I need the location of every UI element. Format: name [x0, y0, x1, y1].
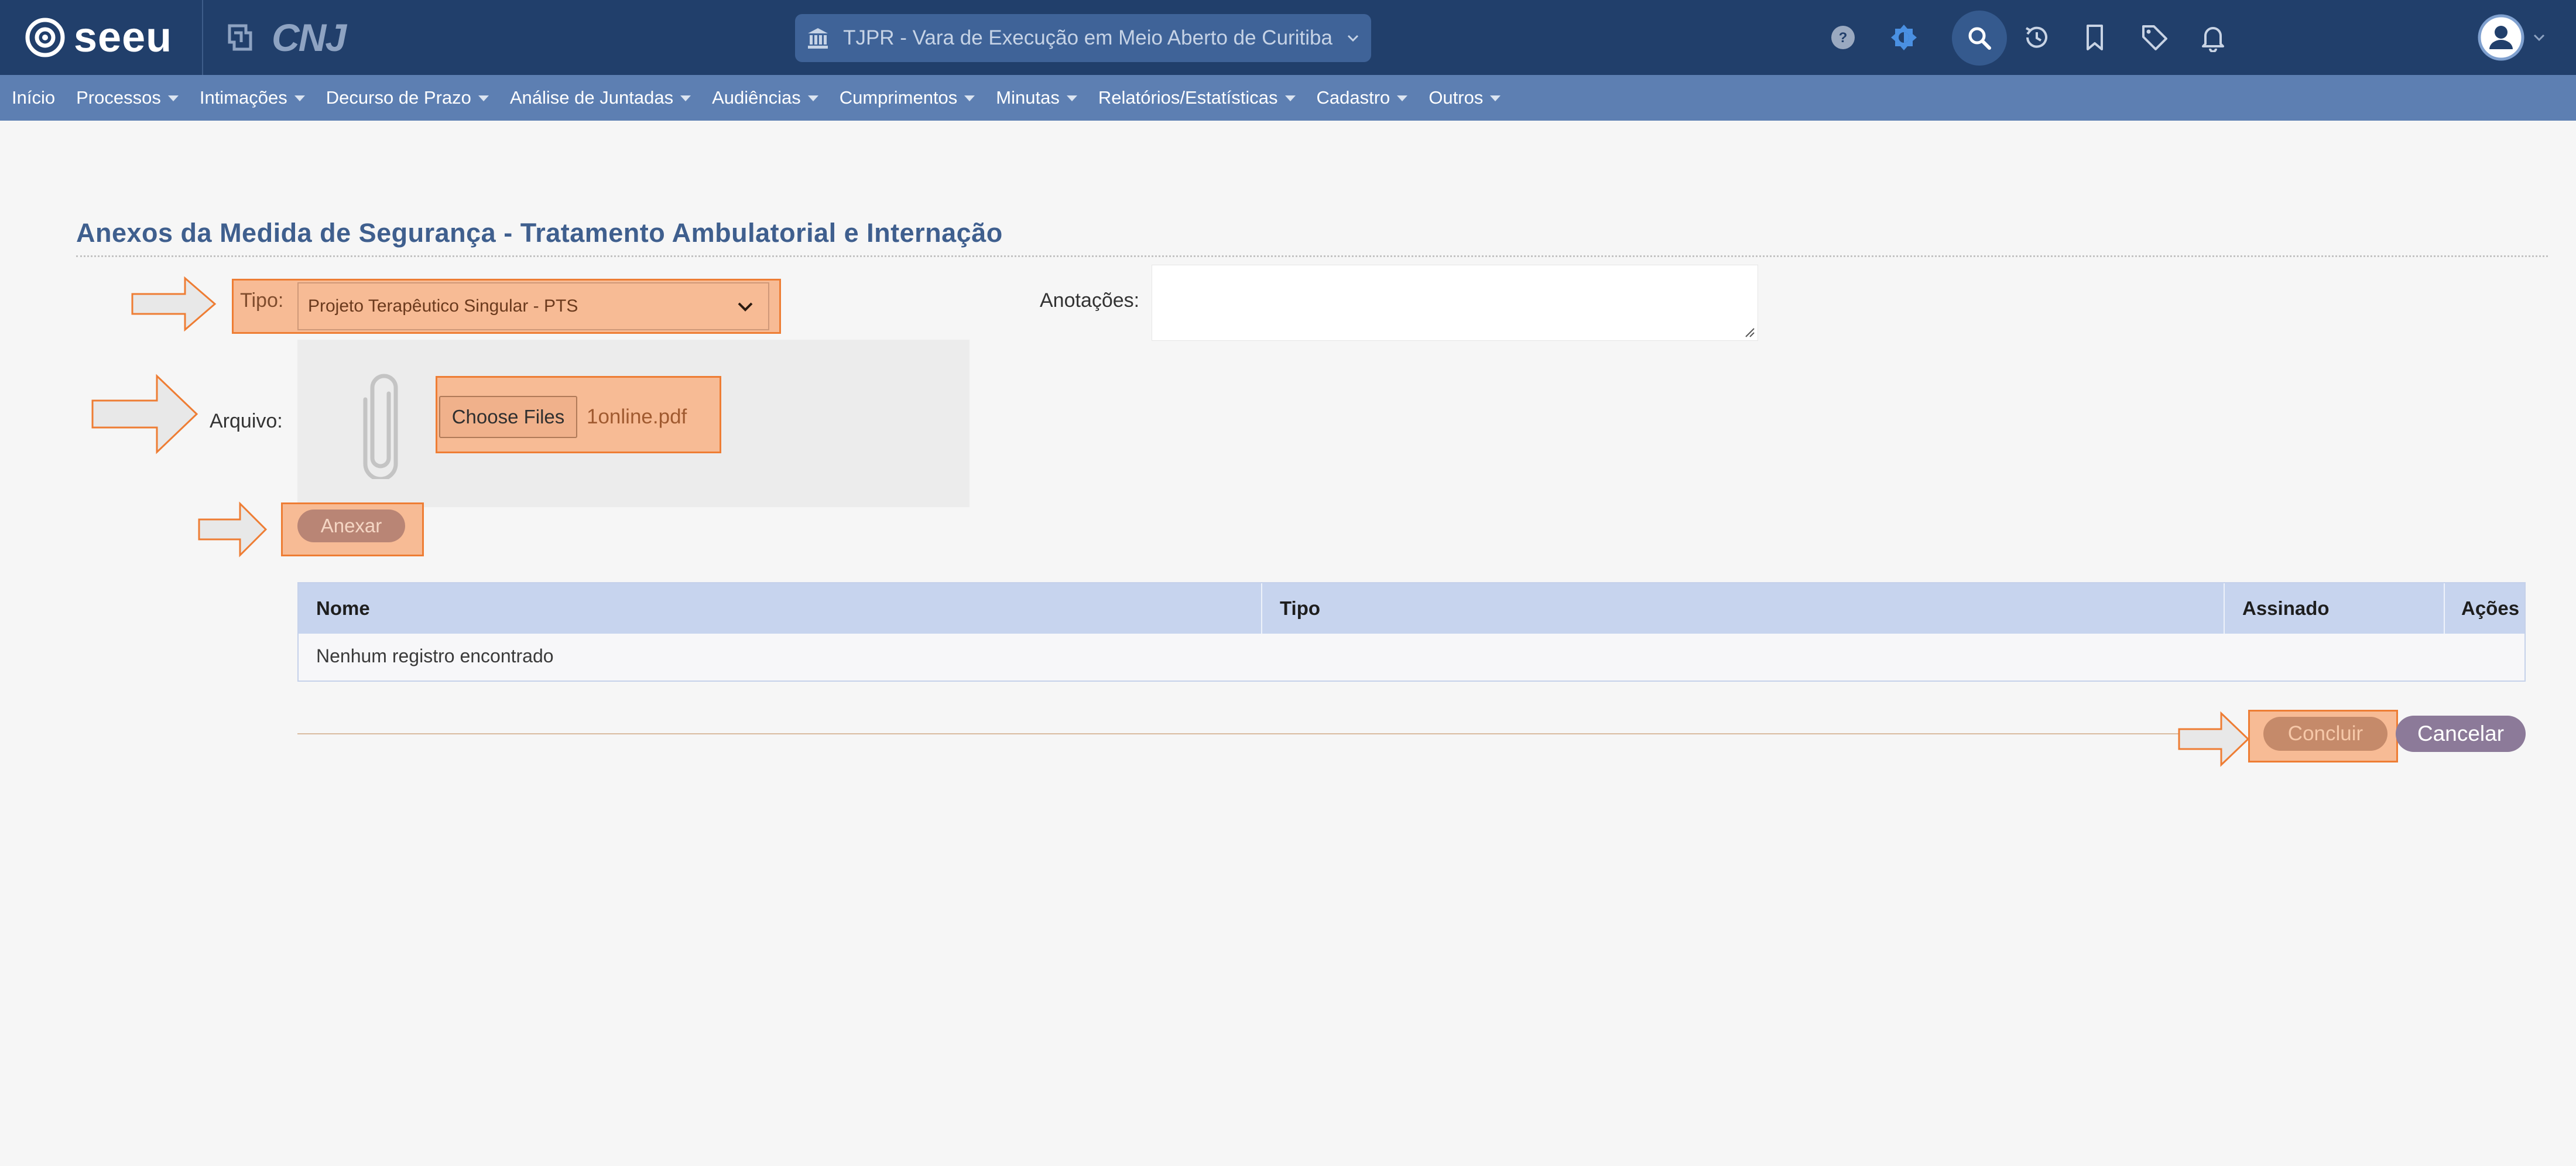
- theme-icon[interactable]: [1886, 20, 1921, 55]
- concluir-button[interactable]: Concluir: [2263, 717, 2387, 751]
- bell-icon[interactable]: [2195, 20, 2231, 55]
- caret-down-icon: [1284, 95, 1296, 101]
- caret-down-icon: [478, 95, 489, 101]
- anotacoes-label: Anotações:: [1040, 289, 1140, 312]
- caret-down-icon: [1490, 95, 1501, 101]
- help-icon[interactable]: ?: [1825, 20, 1861, 55]
- tipo-select-value: Projeto Terapêutico Singular - PTS: [308, 296, 578, 316]
- column-header-acoes: Ações: [2461, 597, 2520, 619]
- seeu-logo-icon: [25, 18, 65, 57]
- caret-down-icon: [167, 95, 179, 101]
- resize-grip-icon[interactable]: [1742, 325, 1755, 338]
- cancelar-button[interactable]: Cancelar: [2396, 716, 2526, 752]
- title-divider: [76, 255, 2548, 257]
- logo-text: seeu: [74, 14, 173, 61]
- caret-down-icon: [964, 95, 975, 101]
- logo-divider: [202, 0, 203, 75]
- search-icon: [1968, 27, 1991, 50]
- selected-file-name: 1online.pdf: [587, 405, 687, 428]
- tipo-label: Tipo:: [240, 289, 284, 312]
- page-title: Anexos da Medida de Segurança - Tratamen…: [76, 218, 1003, 248]
- menu-item-audiencias[interactable]: Audiências: [712, 87, 818, 108]
- menu-item-minutas[interactable]: Minutas: [996, 87, 1077, 108]
- chevron-down-icon: [2533, 34, 2545, 42]
- arquivo-label: Arquivo:: [210, 410, 283, 432]
- menu-item-decurso-de-prazo[interactable]: Decurso de Prazo: [326, 87, 489, 108]
- tipo-select[interactable]: Projeto Terapêutico Singular - PTS: [297, 282, 769, 330]
- menu-item-cumprimentos[interactable]: Cumprimentos: [840, 87, 975, 108]
- cnj-logo-text: CNJ: [272, 16, 347, 59]
- svg-text:?: ?: [1839, 30, 1848, 46]
- paperclip-icon: [363, 374, 398, 479]
- cnj-emblem-icon: [228, 24, 252, 51]
- court-selector-label: TJPR - Vara de Execução em Meio Aberto d…: [843, 26, 1332, 49]
- table-empty-message: Nenhum registro encontrado: [316, 645, 554, 666]
- court-selector[interactable]: TJPR - Vara de Execução em Meio Aberto d…: [795, 14, 1371, 62]
- caret-down-icon: [1397, 95, 1408, 101]
- menu-item-analise-de-juntadas[interactable]: Análise de Juntadas: [510, 87, 691, 108]
- cnj-logo: CNJ: [222, 16, 347, 59]
- column-header-tipo[interactable]: Tipo: [1280, 597, 1320, 620]
- footer-divider: [297, 733, 2235, 734]
- menu-item-inicio[interactable]: Início: [12, 87, 55, 108]
- column-header-nome[interactable]: Nome: [316, 597, 370, 620]
- menu-item-relatorios[interactable]: Relatórios/Estatísticas: [1098, 87, 1296, 108]
- caret-down-icon: [680, 95, 691, 101]
- chevron-down-icon: [738, 302, 753, 312]
- seeu-logo[interactable]: seeu: [25, 13, 172, 62]
- menu-item-cadastro[interactable]: Cadastro: [1317, 87, 1408, 108]
- attachments-table: Nome Tipo Assinado Ações Nenhum registro…: [297, 582, 2526, 682]
- main-menu: Início Processos Intimações Decurso de P…: [0, 75, 2576, 121]
- menu-item-outros[interactable]: Outros: [1429, 87, 1501, 108]
- anotacoes-textarea[interactable]: [1152, 265, 1758, 341]
- choose-files-button[interactable]: Choose Files: [439, 396, 577, 438]
- table-header: Nome Tipo Assinado Ações: [299, 583, 2524, 634]
- menu-item-processos[interactable]: Processos: [76, 87, 179, 108]
- caret-down-icon: [807, 95, 818, 101]
- courthouse-icon: [808, 28, 828, 49]
- user-menu[interactable]: [2476, 13, 2547, 62]
- chevron-down-icon: [1347, 35, 1358, 42]
- column-header-assinado[interactable]: Assinado: [2242, 597, 2330, 620]
- arrow-right-icon: [131, 276, 217, 331]
- history-icon[interactable]: [2019, 20, 2054, 55]
- user-avatar-icon: [2478, 14, 2524, 61]
- bookmark-icon[interactable]: [2077, 20, 2112, 55]
- menu-item-intimacoes[interactable]: Intimações: [200, 87, 305, 108]
- search-button[interactable]: [1952, 11, 2007, 66]
- caret-down-icon: [294, 95, 305, 101]
- tag-icon[interactable]: [2137, 20, 2172, 55]
- caret-down-icon: [1066, 95, 1077, 101]
- anexar-button[interactable]: Anexar: [297, 510, 405, 542]
- top-bar: seeu CNJ TJPR - Vara de Execução em Meio…: [0, 0, 2576, 75]
